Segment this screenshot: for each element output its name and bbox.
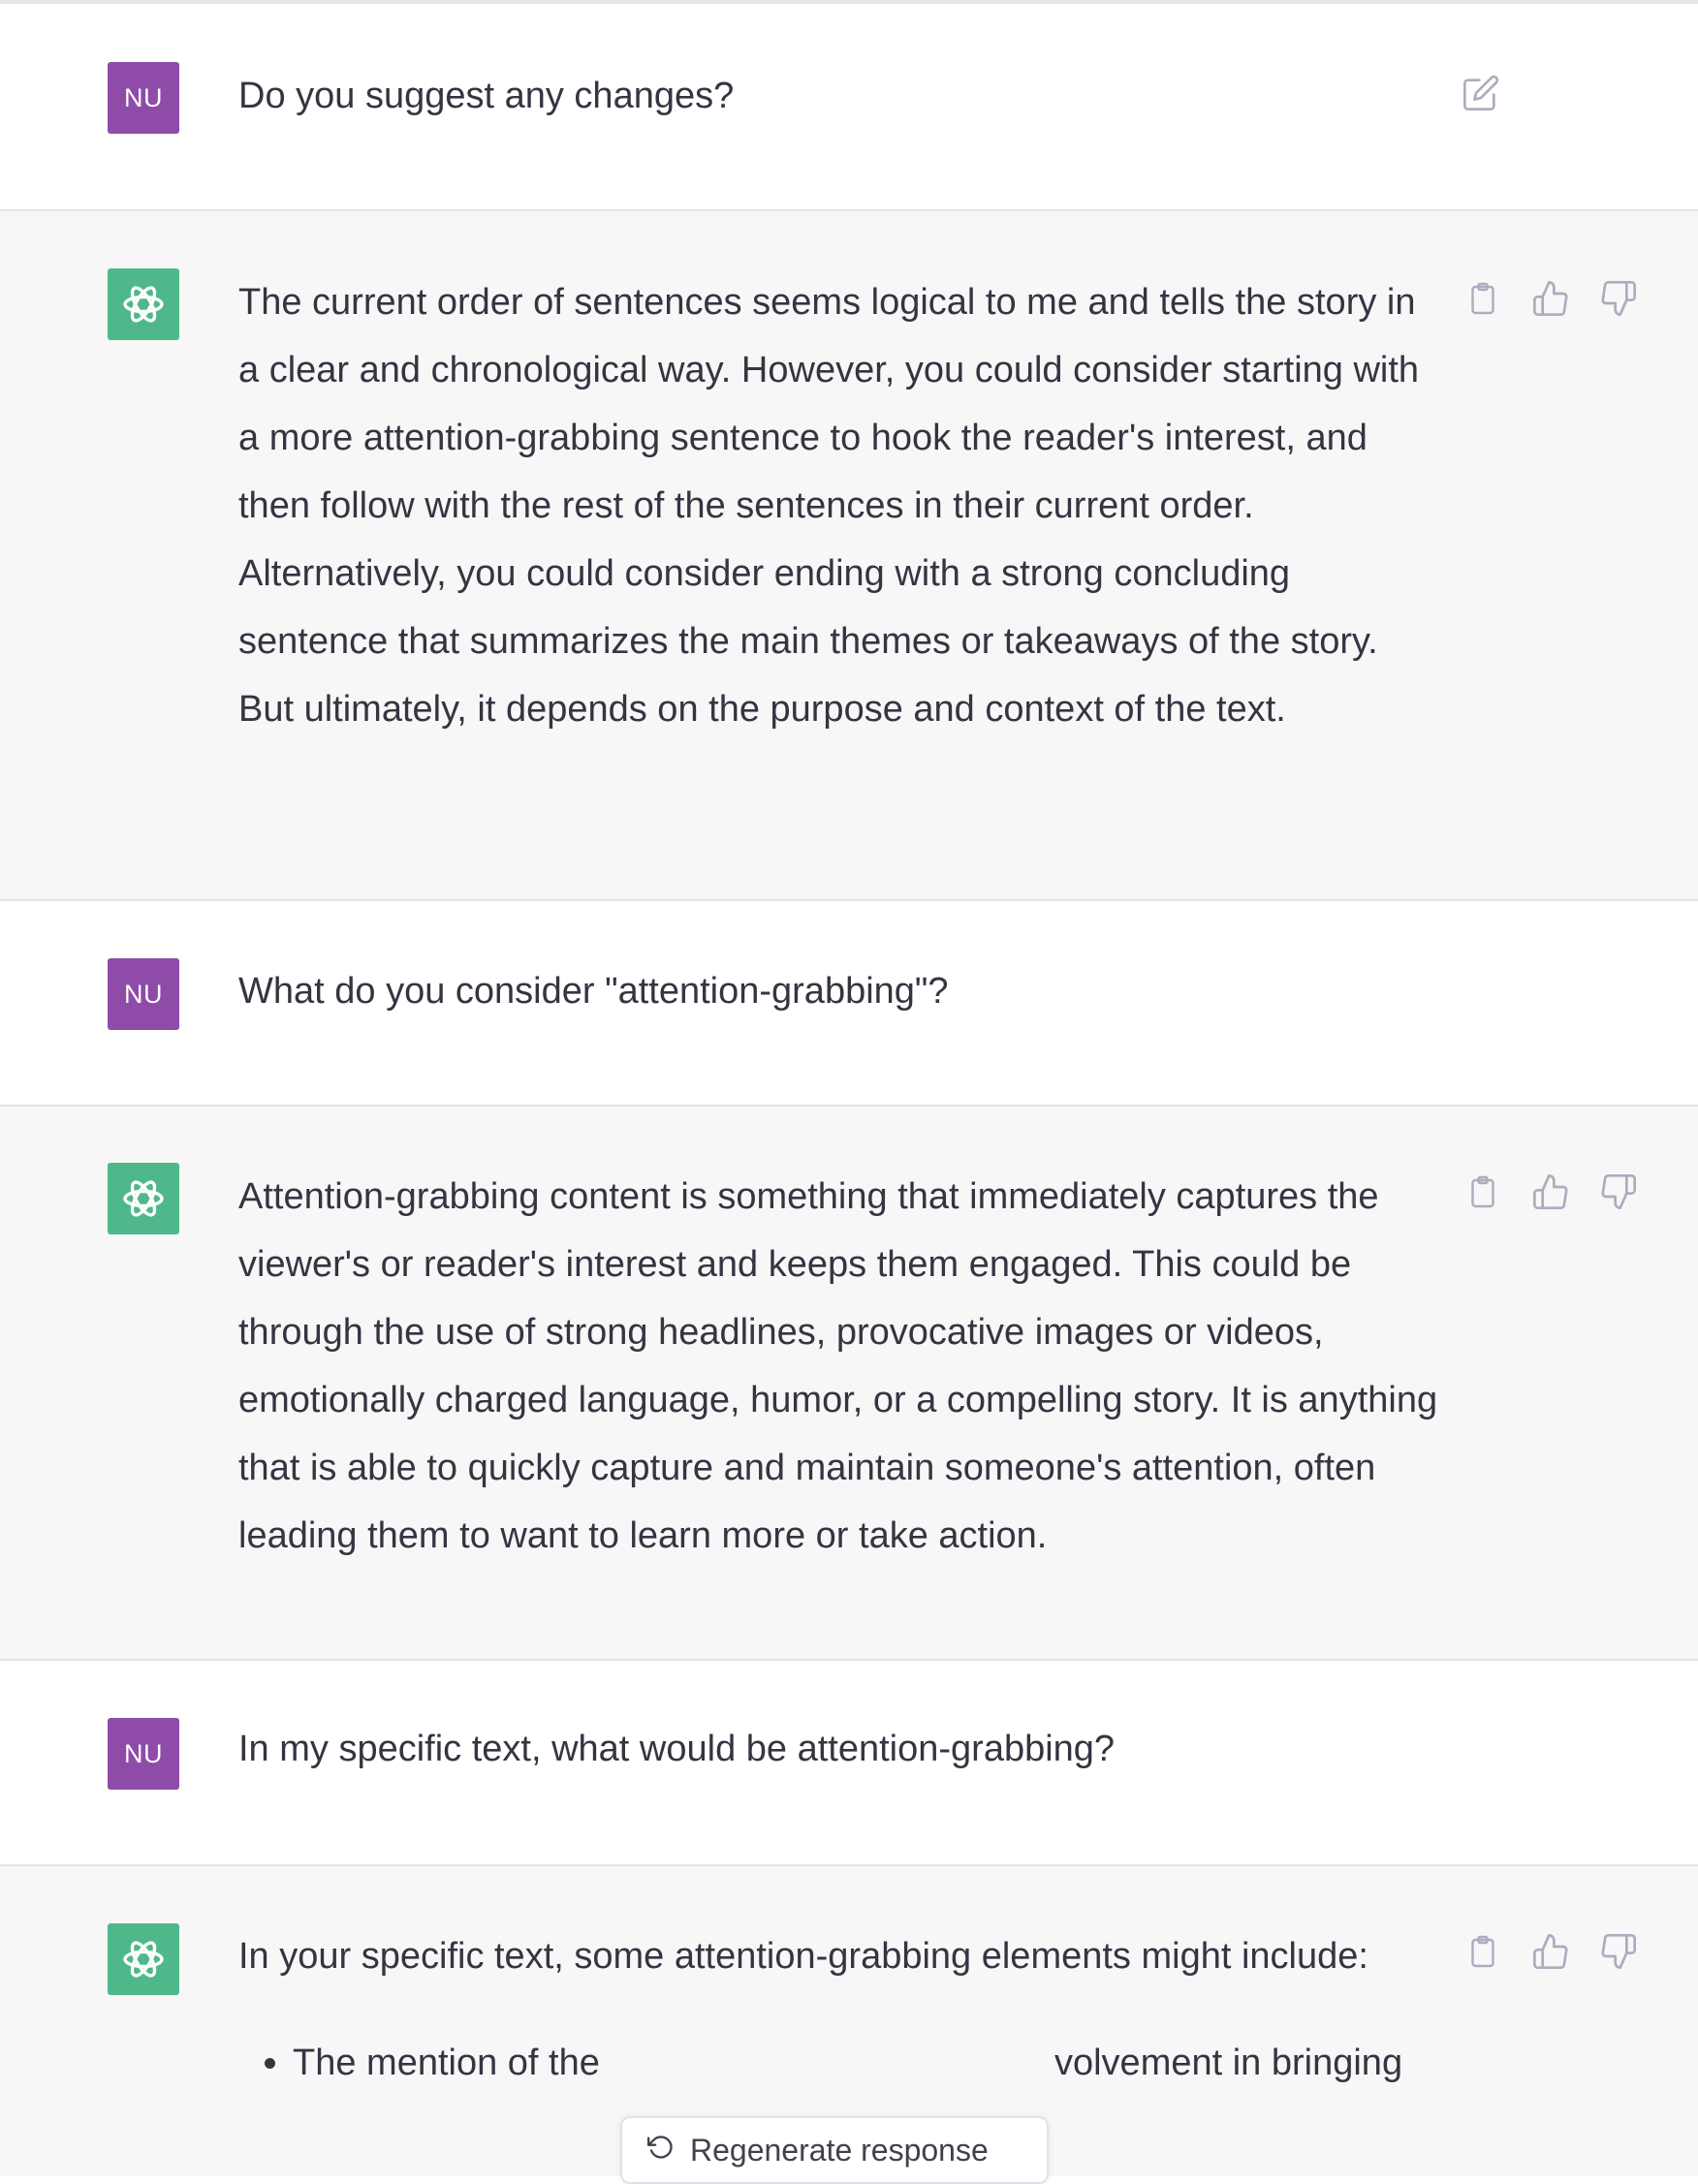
clipboard-icon[interactable]: [1460, 1169, 1506, 1215]
user-avatar: NU: [108, 958, 179, 1030]
chat-thread: NU Do you suggest any changes? The curre…: [0, 0, 1698, 2184]
message-text: The current order of sentences seems log…: [238, 268, 1440, 743]
message-paragraph: In your specific text, some attention-gr…: [238, 1936, 1368, 1977]
thumbs-down-icon[interactable]: [1595, 275, 1642, 322]
thumbs-down-icon[interactable]: [1595, 1169, 1642, 1215]
bullet-text-end: volvement in bringing: [1053, 2043, 1403, 2083]
list-item: The mention of the volvement in bringing: [293, 2029, 1440, 2097]
openai-logo-icon: [108, 1163, 179, 1234]
openai-logo-icon: [108, 268, 179, 340]
message-text: In my specific text, what would be atten…: [238, 1729, 1116, 1769]
edit-icon[interactable]: [1458, 70, 1504, 116]
message-text: What do you consider "attention-grabbing…: [238, 971, 949, 1012]
message-text: Do you suggest any changes?: [238, 76, 735, 116]
regenerate-label: Regenerate response: [690, 2132, 989, 2168]
bullet-list: The mention of the volvement in bringing: [238, 2029, 1440, 2097]
message-paragraph: Attention-grabbing content is something …: [238, 1176, 1438, 1556]
openai-logo-icon: [108, 1923, 179, 1995]
user-message: NU In my specific text, what would be at…: [0, 1661, 1698, 1866]
message-paragraph: The current order of sentences seems log…: [238, 282, 1420, 730]
bullet-text-start: The mention of the: [293, 2043, 600, 2083]
assistant-message: Attention-grabbing content is something …: [0, 1107, 1698, 1661]
refresh-icon: [647, 2133, 675, 2168]
thumbs-up-icon[interactable]: [1527, 1928, 1574, 1975]
user-message: NU Do you suggest any changes?: [0, 4, 1698, 211]
clipboard-icon[interactable]: [1460, 1928, 1506, 1975]
user-avatar: NU: [108, 62, 179, 134]
message-text: In your specific text, some attention-gr…: [238, 1922, 1440, 2097]
thumbs-down-icon[interactable]: [1595, 1928, 1642, 1975]
user-avatar: NU: [108, 1718, 179, 1790]
message-text: Attention-grabbing content is something …: [238, 1163, 1440, 1570]
regenerate-response-button[interactable]: Regenerate response: [620, 2116, 1049, 2184]
user-message: NU What do you consider "attention-grabb…: [0, 901, 1698, 1107]
assistant-message: The current order of sentences seems log…: [0, 211, 1698, 901]
thumbs-up-icon[interactable]: [1527, 1169, 1574, 1215]
clipboard-icon[interactable]: [1460, 275, 1506, 322]
thumbs-up-icon[interactable]: [1527, 275, 1574, 322]
